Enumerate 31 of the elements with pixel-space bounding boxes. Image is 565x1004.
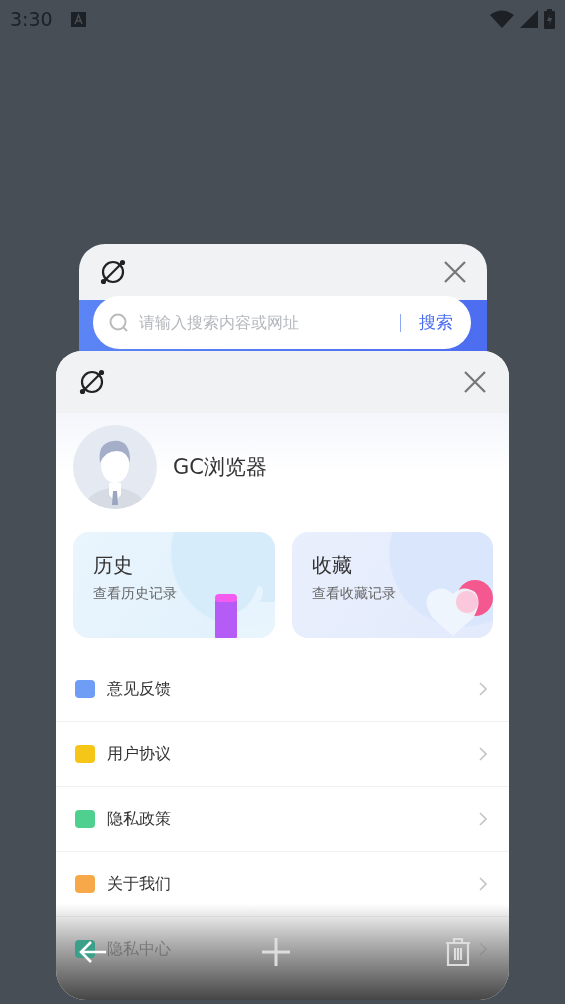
search-field[interactable]: 请输入搜索内容或网址 搜索: [93, 296, 471, 349]
battery-icon: [544, 9, 555, 29]
card-title: 收藏: [311, 552, 353, 579]
card-title: 历史: [93, 552, 134, 579]
add-icon[interactable]: [260, 937, 291, 967]
close-icon[interactable]: [463, 370, 487, 394]
trash-icon[interactable]: [445, 937, 471, 967]
signal-icon: [520, 10, 538, 28]
menu-item[interactable]: 用户协议: [56, 722, 509, 787]
back-arrow-icon[interactable]: [78, 940, 106, 964]
browser-tab-card[interactable]: 请输入搜索内容或网址 搜索: [79, 244, 487, 351]
keyboard-icon: [70, 11, 86, 27]
menu-item[interactable]: 关于我们: [56, 852, 509, 917]
history-card[interactable]: 历史 查看历史记录: [73, 532, 275, 638]
favorites-card[interactable]: 收藏 查看收藏记录: [291, 532, 493, 638]
search-button[interactable]: 搜索: [419, 311, 453, 334]
planet-icon: [78, 368, 106, 396]
menu-item[interactable]: 隐私政策: [56, 787, 509, 852]
chevron-icon: [479, 682, 487, 696]
card-subtitle: 查看收藏记录: [311, 585, 397, 603]
chevron-icon: [479, 812, 487, 826]
close-icon[interactable]: [443, 260, 467, 284]
chevron-icon: [479, 877, 487, 891]
card-subtitle: 查看历史记录: [93, 585, 178, 603]
profile-name: GC浏览器: [173, 454, 267, 481]
chevron-icon: [479, 747, 487, 761]
planet-icon: [99, 258, 127, 286]
search-icon: [109, 312, 129, 333]
chevron-icon: [479, 942, 487, 956]
menu-item[interactable]: 意见反馈: [56, 657, 509, 722]
wifi-icon: [490, 10, 514, 28]
